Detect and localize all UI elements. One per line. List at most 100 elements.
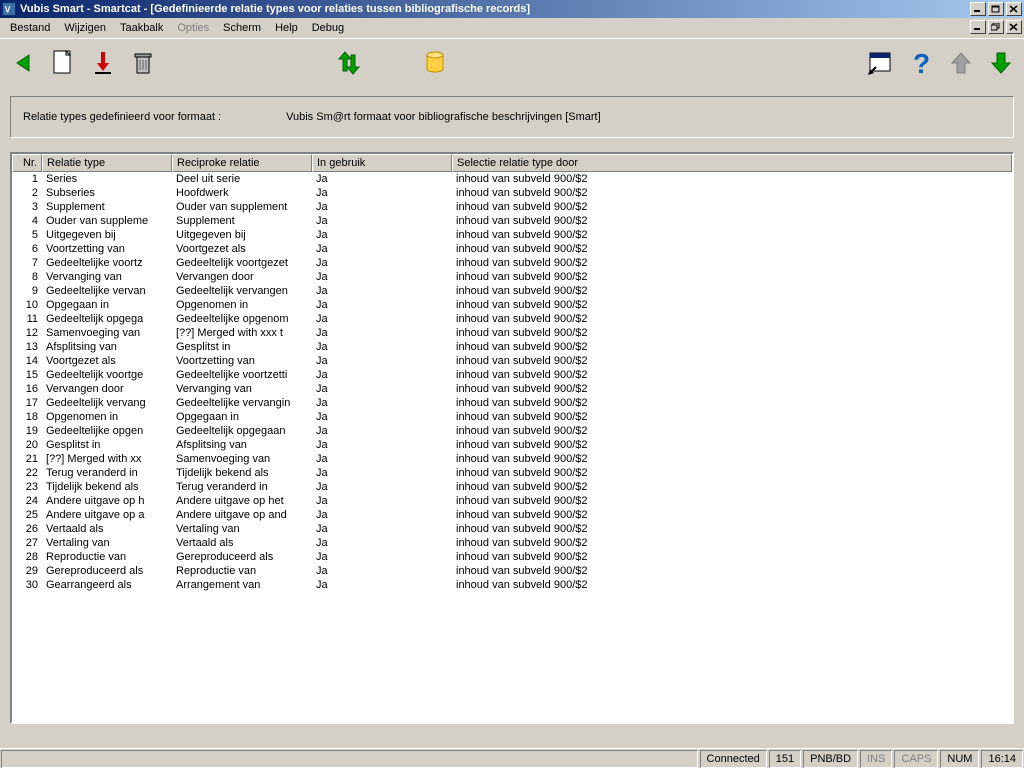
cell-nr: 27 (12, 536, 42, 550)
status-num: NUM (940, 750, 979, 768)
table-row[interactable]: 7Gedeeltelijke voortzGedeeltelijk voortg… (12, 256, 1012, 270)
cell-type: Gedeeltelijke vervan (42, 284, 172, 298)
cell-type: Vertaald als (42, 522, 172, 536)
menu-scherm[interactable]: Scherm (217, 20, 267, 36)
table-row[interactable]: 15Gedeeltelijk voortgeGedeeltelijke voor… (12, 368, 1012, 382)
table-row[interactable]: 3SupplementOuder van supplementJainhoud … (12, 200, 1012, 214)
status-time: 16:14 (981, 750, 1023, 768)
swap-button[interactable] (332, 46, 366, 80)
cell-recip: Gedeeltelijke vervangin (172, 396, 312, 410)
info-value: Vubis Sm@rt formaat voor bibliografische… (286, 111, 601, 123)
arrow-down-green-icon (988, 49, 1014, 77)
cell-type: Gedeeltelijke voortz (42, 256, 172, 270)
cell-recip: Vervanging van (172, 382, 312, 396)
cell-nr: 17 (12, 396, 42, 410)
cell-use: Ja (312, 200, 452, 214)
table-row[interactable]: 28Reproductie vanGereproduceerd alsJainh… (12, 550, 1012, 564)
table-row[interactable]: 11Gedeeltelijk opgegaGedeeltelijke opgen… (12, 312, 1012, 326)
table-row[interactable]: 10Opgegaan inOpgenomen inJainhoud van su… (12, 298, 1012, 312)
col-nr[interactable]: Nr. (12, 154, 42, 172)
col-use[interactable]: In gebruik (312, 154, 452, 172)
table-row[interactable]: 30Gearrangeerd alsArrangement vanJainhou… (12, 578, 1012, 592)
back-button[interactable] (6, 46, 40, 80)
table-row[interactable]: 29Gereproduceerd alsReproductie vanJainh… (12, 564, 1012, 578)
table-row[interactable]: 16Vervangen doorVervanging vanJainhoud v… (12, 382, 1012, 396)
table-row[interactable]: 23Tijdelijk bekend alsTerug veranderd in… (12, 480, 1012, 494)
cell-type: Andere uitgave op a (42, 508, 172, 522)
table-row[interactable]: 20Gesplitst inAfsplitsing vanJainhoud va… (12, 438, 1012, 452)
minimize-button[interactable] (970, 2, 986, 16)
maximize-button[interactable] (988, 2, 1004, 16)
cell-use: Ja (312, 494, 452, 508)
delete-button[interactable] (126, 46, 160, 80)
table-row[interactable]: 1SeriesDeel uit serieJainhoud van subvel… (12, 172, 1012, 186)
table-row[interactable]: 17Gedeeltelijk vervangGedeeltelijke verv… (12, 396, 1012, 410)
database-icon (424, 49, 446, 77)
menu-taakbalk[interactable]: Taakbalk (114, 20, 169, 36)
cell-type: Reproductie van (42, 550, 172, 564)
down-button[interactable] (984, 46, 1018, 80)
table-row[interactable]: 13Afsplitsing vanGesplitst inJainhoud va… (12, 340, 1012, 354)
help-button[interactable]: ? (904, 46, 938, 80)
list-body[interactable]: 1SeriesDeel uit serieJainhoud van subvel… (12, 172, 1012, 724)
cell-use: Ja (312, 214, 452, 228)
child-restore-button[interactable] (988, 20, 1004, 34)
cell-nr: 18 (12, 410, 42, 424)
cell-recip: Arrangement van (172, 578, 312, 592)
relation-list[interactable]: Nr. Relatie type Reciproke relatie In ge… (10, 152, 1014, 724)
cell-use: Ja (312, 438, 452, 452)
cell-sel: inhoud van subveld 900/$2 (452, 480, 712, 494)
cell-type: Gedeeltelijk vervang (42, 396, 172, 410)
cell-sel: inhoud van subveld 900/$2 (452, 424, 712, 438)
cell-recip: Andere uitgave op and (172, 508, 312, 522)
table-row[interactable]: 24Andere uitgave op hAndere uitgave op h… (12, 494, 1012, 508)
new-button[interactable] (46, 46, 80, 80)
cell-sel: inhoud van subveld 900/$2 (452, 270, 712, 284)
col-type[interactable]: Relatie type (42, 154, 172, 172)
menu-debug[interactable]: Debug (306, 20, 350, 36)
cell-nr: 13 (12, 340, 42, 354)
trash-icon (131, 49, 155, 77)
cell-recip: Gedeeltelijk vervangen (172, 284, 312, 298)
up-button[interactable] (944, 46, 978, 80)
cell-recip: Opgenomen in (172, 298, 312, 312)
table-row[interactable]: 26Vertaald alsVertaling vanJainhoud van … (12, 522, 1012, 536)
table-row[interactable]: 19Gedeeltelijke opgenGedeeltelijk opgega… (12, 424, 1012, 438)
arrow-down-red-icon (91, 49, 115, 77)
question-icon: ? (908, 49, 934, 77)
cell-sel: inhoud van subveld 900/$2 (452, 326, 712, 340)
table-row[interactable]: 9Gedeeltelijke vervanGedeeltelijk vervan… (12, 284, 1012, 298)
table-row[interactable]: 14Voortgezet alsVoortzetting vanJainhoud… (12, 354, 1012, 368)
cell-use: Ja (312, 270, 452, 284)
cell-use: Ja (312, 242, 452, 256)
col-sel[interactable]: Selectie relatie type door (452, 154, 1012, 172)
table-row[interactable]: 2SubseriesHoofdwerkJainhoud van subveld … (12, 186, 1012, 200)
table-row[interactable]: 27Vertaling vanVertaald alsJainhoud van … (12, 536, 1012, 550)
database-button[interactable] (418, 46, 452, 80)
menu-help[interactable]: Help (269, 20, 304, 36)
menu-bestand[interactable]: Bestand (4, 20, 56, 36)
table-row[interactable]: 4Ouder van supplemeSupplementJainhoud va… (12, 214, 1012, 228)
content-area: Relatie types gedefinieerd voor formaat … (0, 86, 1024, 734)
table-row[interactable]: 8Vervanging vanVervangen doorJainhoud va… (12, 270, 1012, 284)
cell-type: Supplement (42, 200, 172, 214)
table-row[interactable]: 21[??] Merged with xxSamenvoeging vanJai… (12, 452, 1012, 466)
child-minimize-button[interactable] (970, 20, 986, 34)
insert-button[interactable] (86, 46, 120, 80)
table-row[interactable]: 5Uitgegeven bijUitgegeven bijJainhoud va… (12, 228, 1012, 242)
table-row[interactable]: 18Opgenomen inOpgegaan inJainhoud van su… (12, 410, 1012, 424)
menu-wijzigen[interactable]: Wijzigen (58, 20, 112, 36)
table-row[interactable]: 22Terug veranderd inTijdelijk bekend als… (12, 466, 1012, 480)
child-close-button[interactable] (1006, 20, 1022, 34)
cell-sel: inhoud van subveld 900/$2 (452, 284, 712, 298)
table-row[interactable]: 12Samenvoeging van[??] Merged with xxx t… (12, 326, 1012, 340)
window-button[interactable] (864, 46, 898, 80)
cell-type: Gereproduceerd als (42, 564, 172, 578)
table-row[interactable]: 6Voortzetting vanVoortgezet alsJainhoud … (12, 242, 1012, 256)
close-button[interactable] (1006, 2, 1022, 16)
col-recip[interactable]: Reciproke relatie (172, 154, 312, 172)
window-title: Vubis Smart - Smartcat - [Gedefinieerde … (20, 3, 530, 15)
cell-recip: Opgegaan in (172, 410, 312, 424)
cell-use: Ja (312, 536, 452, 550)
table-row[interactable]: 25Andere uitgave op aAndere uitgave op a… (12, 508, 1012, 522)
